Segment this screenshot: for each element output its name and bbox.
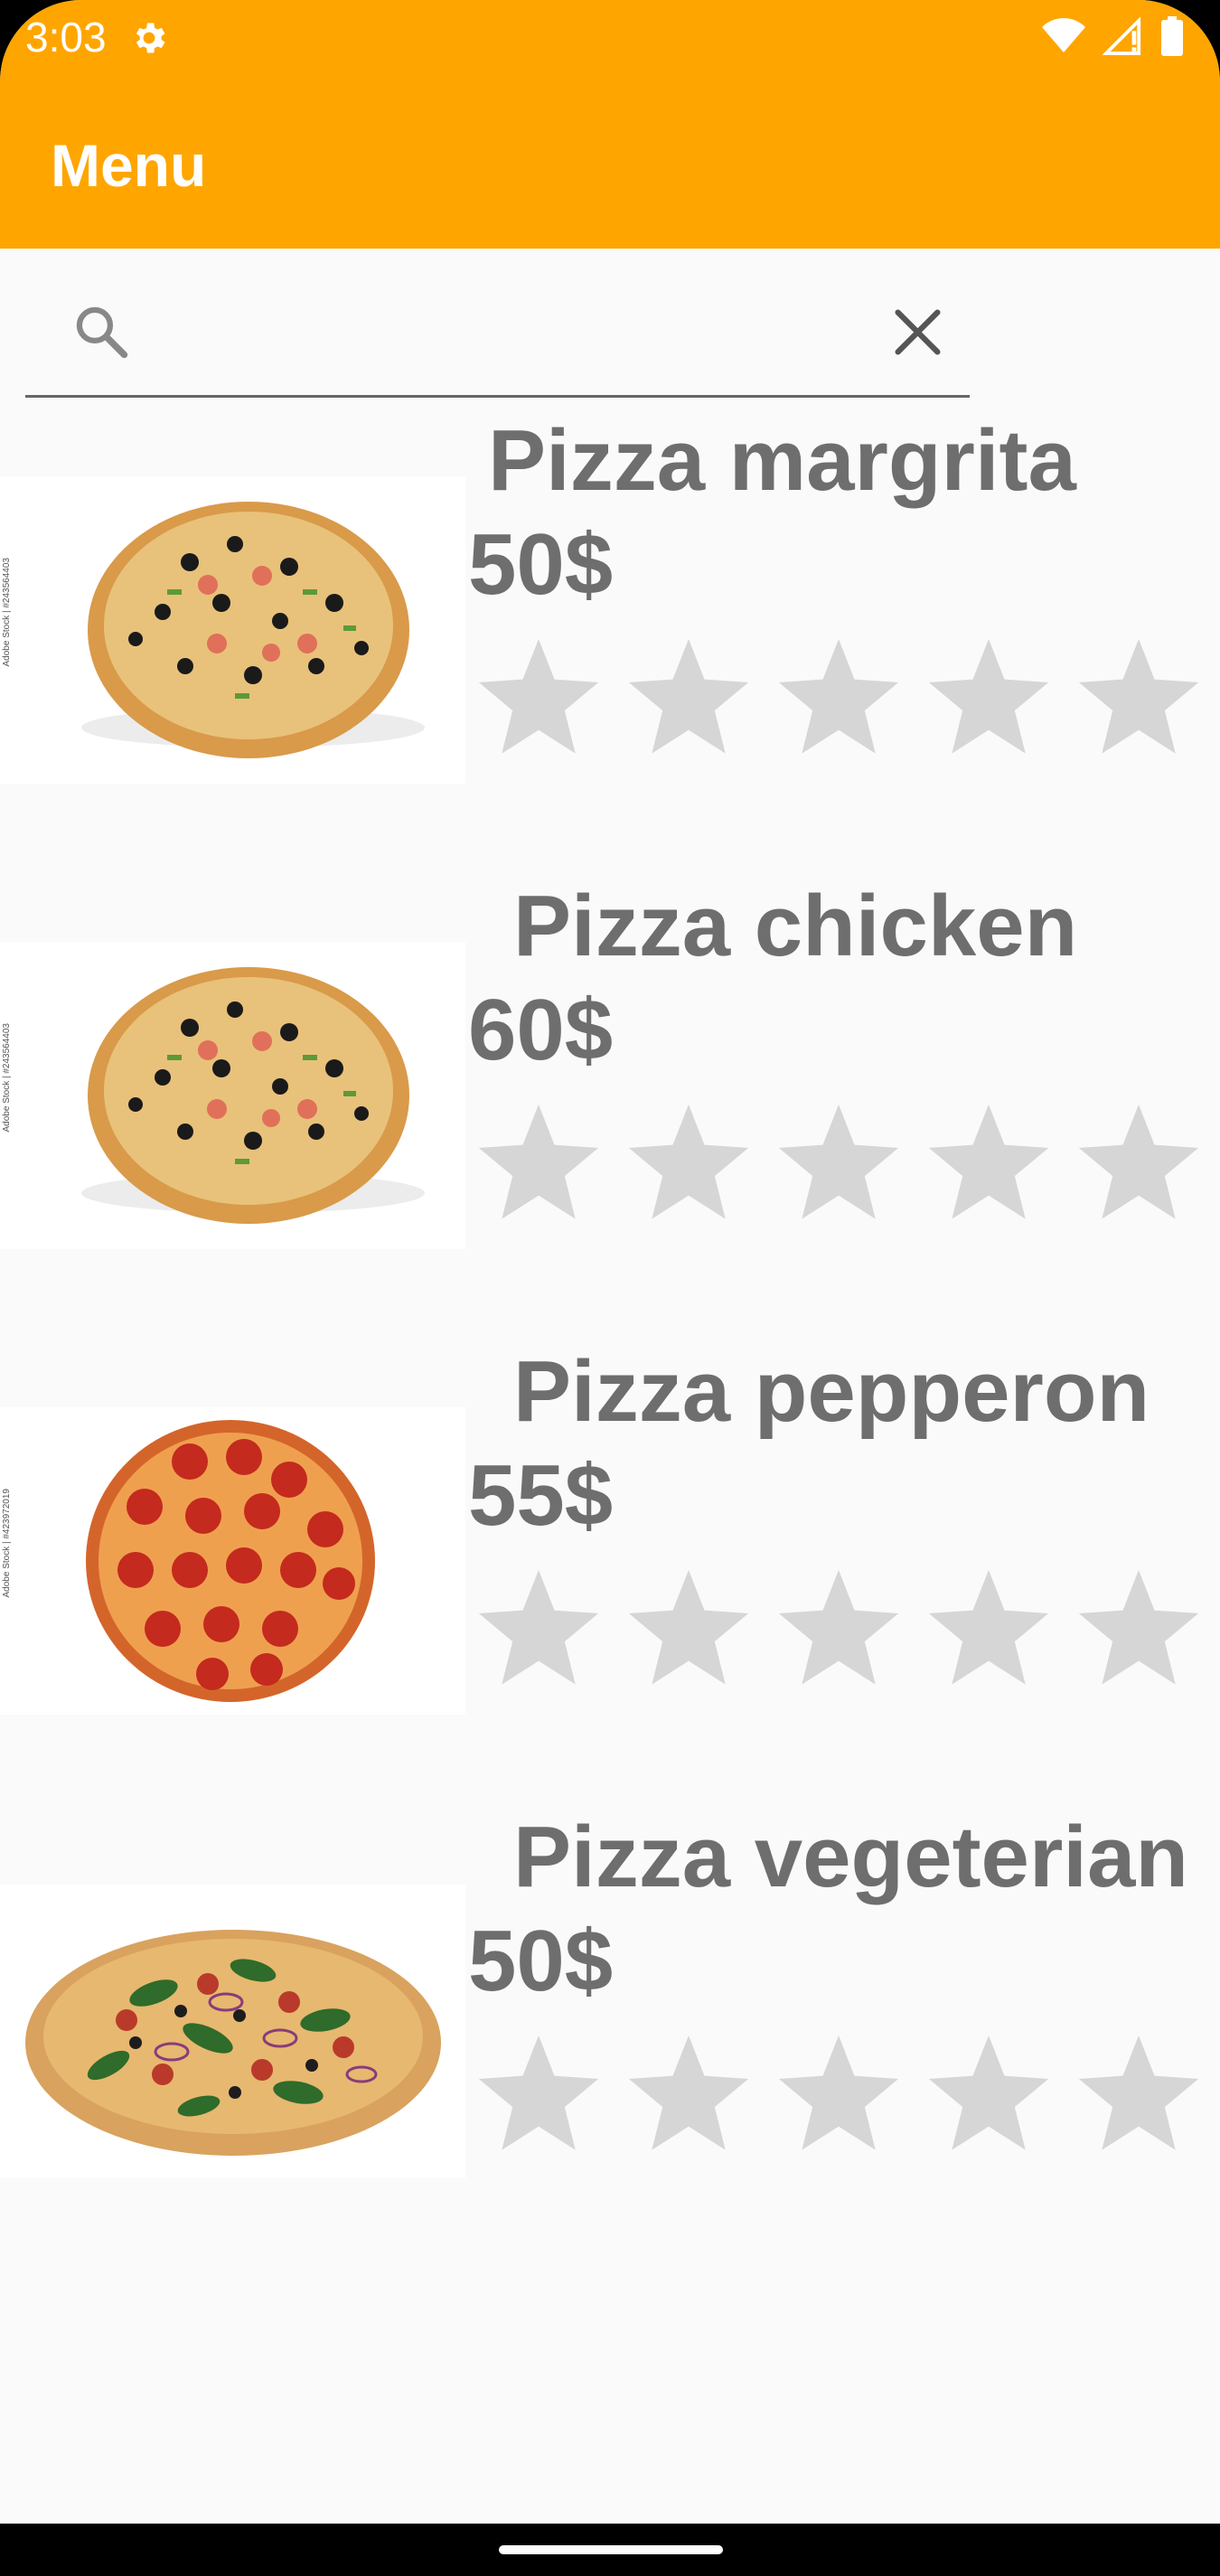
star-icon[interactable]	[477, 1105, 600, 1222]
star-icon[interactable]	[627, 1570, 750, 1688]
star-icon[interactable]	[1077, 2035, 1200, 2153]
pizza-pepperoni-image: Adobe Stock | #423972019	[0, 1407, 465, 1715]
pizza-vegetarian-image	[0, 1885, 465, 2178]
star-icon[interactable]	[477, 1570, 600, 1688]
star-icon[interactable]	[477, 639, 600, 757]
star-icon[interactable]	[927, 1570, 1050, 1688]
star-icon[interactable]	[777, 1105, 900, 1222]
item-name: Pizza margrita	[488, 412, 1076, 509]
star-icon[interactable]	[477, 2035, 600, 2153]
status-icons	[1041, 16, 1184, 56]
star-icon[interactable]	[1077, 639, 1200, 757]
settings-icon	[136, 23, 165, 53]
rating-bar[interactable]	[477, 639, 1200, 757]
rating-bar[interactable]	[477, 2035, 1200, 2153]
wifi-icon	[1042, 18, 1085, 52]
search-icon[interactable]	[70, 301, 132, 362]
signal-icon	[1103, 17, 1141, 55]
search-bar[interactable]	[25, 276, 970, 398]
item-price: 50$	[468, 1913, 614, 2009]
item-price: 55$	[468, 1447, 614, 1544]
item-price: 60$	[468, 982, 614, 1078]
item-name: Pizza vegeterian	[513, 1809, 1188, 1905]
star-icon[interactable]	[1077, 1570, 1200, 1688]
battery-icon	[1161, 16, 1183, 56]
list-item[interactable]: Adobe Stock | #243564403 Pizza chicken 6…	[0, 877, 1220, 1311]
status-time: 3:03	[25, 14, 107, 61]
home-gesture-handle[interactable]	[499, 2545, 723, 2554]
item-name: Pizza chicken	[513, 878, 1078, 974]
search-input[interactable]	[152, 303, 878, 368]
image-watermark: Adobe Stock | #243564403	[2, 1023, 12, 1133]
star-icon[interactable]	[1077, 1105, 1200, 1222]
star-icon[interactable]	[627, 2035, 750, 2153]
pizza-margrita-image: Adobe Stock | #243564403	[0, 476, 465, 784]
pizza-chicken-image: Adobe Stock | #243564403	[0, 942, 465, 1249]
star-icon[interactable]	[777, 1570, 900, 1688]
star-icon[interactable]	[777, 639, 900, 757]
star-icon[interactable]	[927, 639, 1050, 757]
list-item[interactable]: Adobe Stock | #243564403 Pizza margrita …	[0, 411, 1220, 845]
star-icon[interactable]	[777, 2035, 900, 2153]
close-icon[interactable]	[884, 298, 952, 366]
star-icon[interactable]	[927, 1105, 1050, 1222]
star-icon[interactable]	[627, 1105, 750, 1222]
item-name: Pizza pepperon	[513, 1343, 1150, 1440]
list-item[interactable]: Adobe Stock | #423972019 Pizza pepperon …	[0, 1342, 1220, 1776]
app-bar: 3:03 Menu	[0, 0, 1220, 249]
list-item[interactable]: Pizza vegeterian 50$	[0, 1808, 1220, 2242]
rating-bar[interactable]	[477, 1105, 1200, 1222]
rating-bar[interactable]	[477, 1570, 1200, 1688]
star-icon[interactable]	[627, 639, 750, 757]
item-price: 50$	[468, 516, 614, 613]
page-title: Menu	[51, 132, 207, 199]
phone-screen: 3:03 Menu Adobe Stock | #243564403 Pizza…	[0, 0, 1220, 2576]
image-watermark: Adobe Stock | #243564403	[2, 558, 12, 667]
image-watermark: Adobe Stock | #423972019	[2, 1489, 12, 1598]
star-icon[interactable]	[927, 2035, 1050, 2153]
